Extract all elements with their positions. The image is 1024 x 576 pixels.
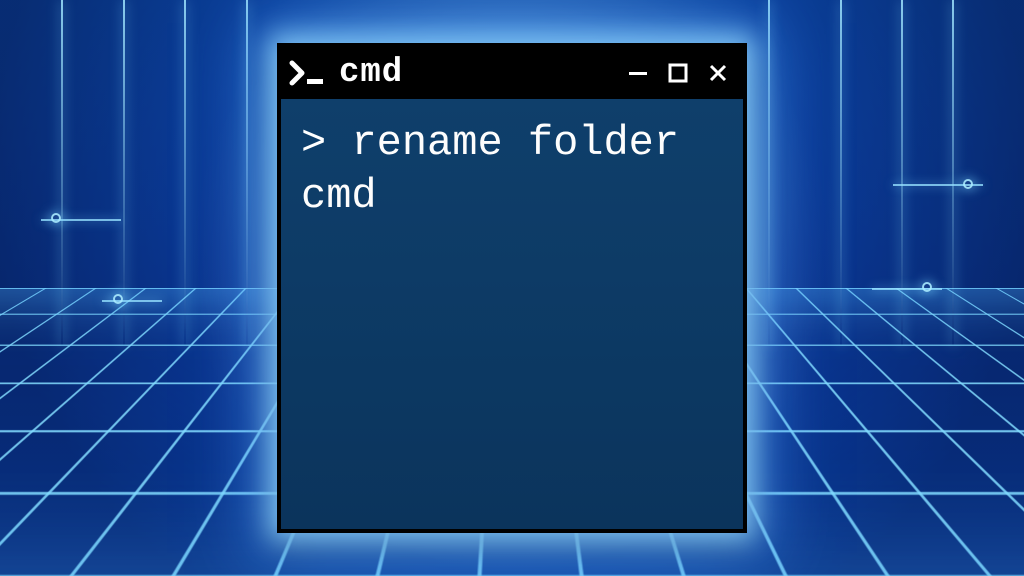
close-button[interactable] [703,58,733,88]
terminal-window: cmd > rename folder cmd [277,43,747,533]
minimize-button[interactable] [623,58,653,88]
window-title: cmd [339,54,403,92]
prompt-symbol: > [301,119,326,167]
maximize-button[interactable] [663,58,693,88]
prompt-icon [289,59,329,87]
terminal-body[interactable]: > rename folder cmd [281,99,743,529]
titlebar[interactable]: cmd [281,47,743,99]
command-text: rename folder cmd [301,119,704,220]
